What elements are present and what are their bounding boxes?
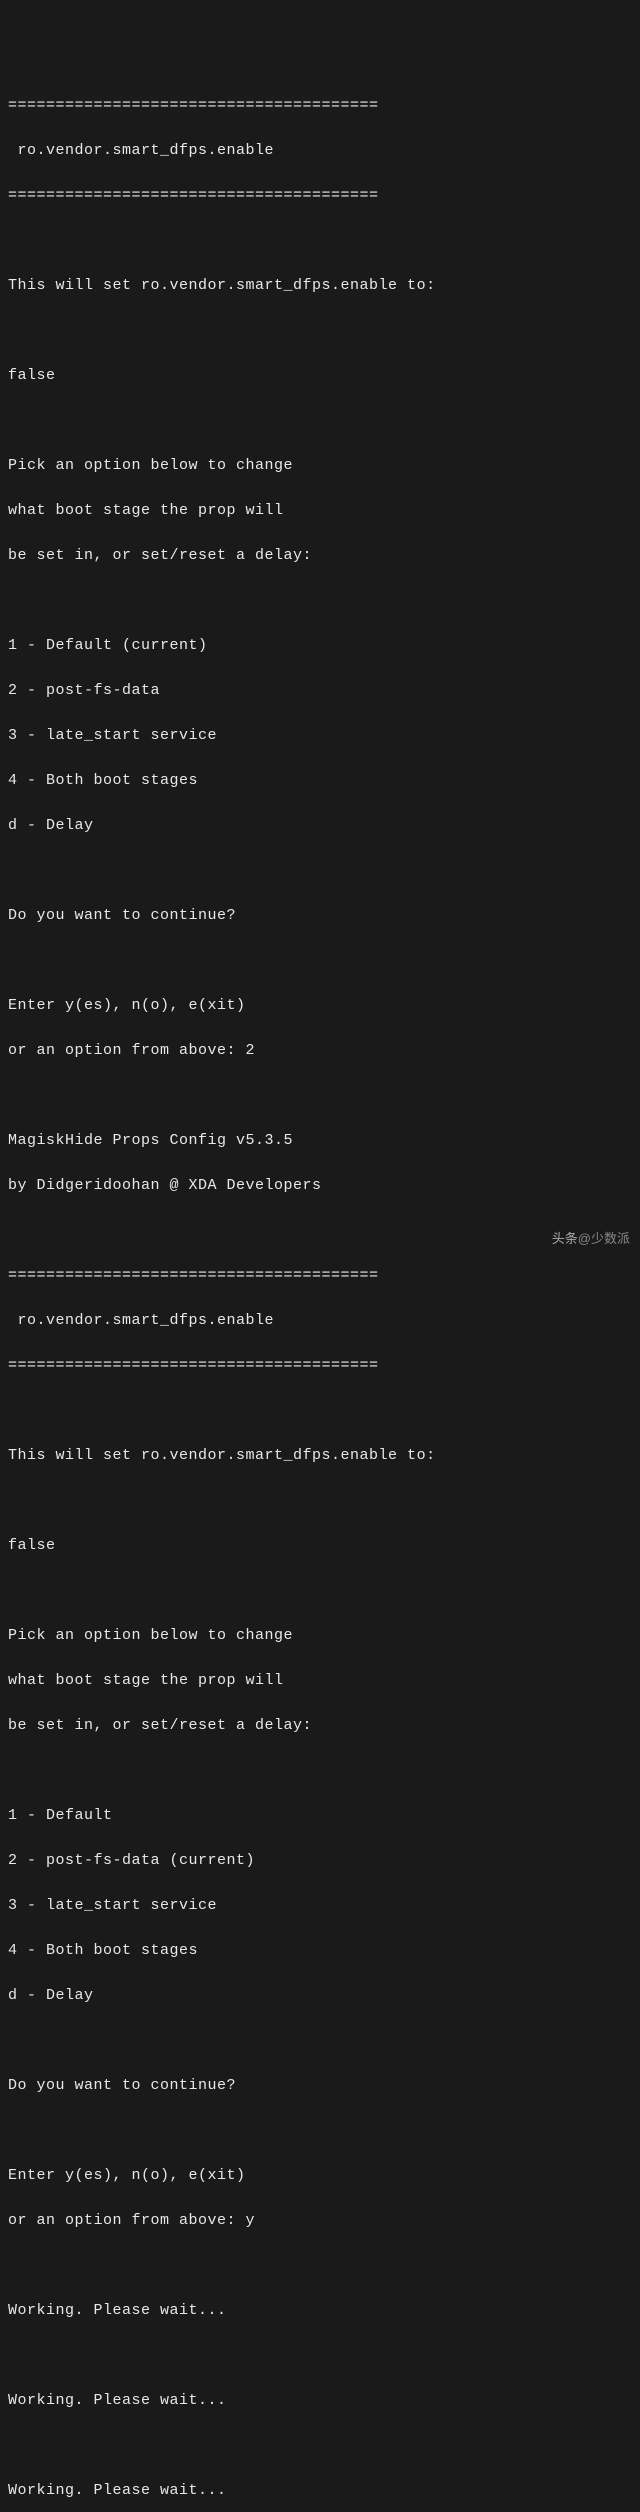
blank-line: [8, 1085, 632, 1108]
pick-instruction: Pick an option below to change: [8, 455, 632, 478]
pick-instruction: what boot stage the prop will: [8, 1670, 632, 1693]
menu-option-2: 2 - post-fs-data: [8, 680, 632, 703]
working-status: Working. Please wait...: [8, 2480, 632, 2503]
pick-instruction: be set in, or set/reset a delay:: [8, 1715, 632, 1738]
blank-line: [8, 320, 632, 343]
blank-line: [8, 2435, 632, 2458]
menu-option-1: 1 - Default (current): [8, 635, 632, 658]
divider-line: =======================================: [8, 95, 632, 118]
watermark-handle: @少数派: [578, 1231, 630, 1246]
blank-line: [8, 1220, 632, 1243]
enter-instruction: Enter y(es), n(o), e(xit): [8, 2165, 632, 2188]
menu-option-1: 1 - Default: [8, 1805, 632, 1828]
blank-line: [8, 1580, 632, 1603]
prop-value: false: [8, 365, 632, 388]
blank-line: [8, 590, 632, 613]
menu-option-2: 2 - post-fs-data (current): [8, 1850, 632, 1873]
menu-option-3: 3 - late_start service: [8, 725, 632, 748]
blank-line: [8, 2120, 632, 2143]
divider-line: =======================================: [8, 185, 632, 208]
set-prop-line: This will set ro.vendor.smart_dfps.enabl…: [8, 1445, 632, 1468]
blank-line: [8, 230, 632, 253]
watermark-prefix: 头条: [552, 1231, 578, 1246]
blank-line: [8, 1490, 632, 1513]
blank-line: [8, 2345, 632, 2368]
blank-line: [8, 860, 632, 883]
input-prompt[interactable]: or an option from above: 2: [8, 1040, 632, 1063]
watermark: 头条@少数派: [552, 1229, 630, 1249]
enter-instruction: Enter y(es), n(o), e(xit): [8, 995, 632, 1018]
input-prompt[interactable]: or an option from above: y: [8, 2210, 632, 2233]
working-status: Working. Please wait...: [8, 2390, 632, 2413]
continue-prompt: Do you want to continue?: [8, 905, 632, 928]
menu-option-3: 3 - late_start service: [8, 1895, 632, 1918]
blank-line: [8, 410, 632, 433]
pick-instruction: what boot stage the prop will: [8, 500, 632, 523]
blank-line: [8, 1760, 632, 1783]
continue-prompt: Do you want to continue?: [8, 2075, 632, 2098]
app-name: MagiskHide Props Config v5.3.5: [8, 1130, 632, 1153]
app-author: by Didgeridoohan @ XDA Developers: [8, 1175, 632, 1198]
prop-value: false: [8, 1535, 632, 1558]
divider-line: =======================================: [8, 1355, 632, 1378]
working-status: Working. Please wait...: [8, 2300, 632, 2323]
blank-line: [8, 2255, 632, 2278]
blank-line: [8, 2030, 632, 2053]
section-title: ro.vendor.smart_dfps.enable: [8, 1310, 632, 1333]
menu-option-d: d - Delay: [8, 1985, 632, 2008]
blank-line: [8, 950, 632, 973]
divider-line: =======================================: [8, 1265, 632, 1288]
blank-line: [8, 1400, 632, 1423]
section-title: ro.vendor.smart_dfps.enable: [8, 140, 632, 163]
pick-instruction: be set in, or set/reset a delay:: [8, 545, 632, 568]
set-prop-line: This will set ro.vendor.smart_dfps.enabl…: [8, 275, 632, 298]
pick-instruction: Pick an option below to change: [8, 1625, 632, 1648]
menu-option-d: d - Delay: [8, 815, 632, 838]
menu-option-4: 4 - Both boot stages: [8, 770, 632, 793]
menu-option-4: 4 - Both boot stages: [8, 1940, 632, 1963]
